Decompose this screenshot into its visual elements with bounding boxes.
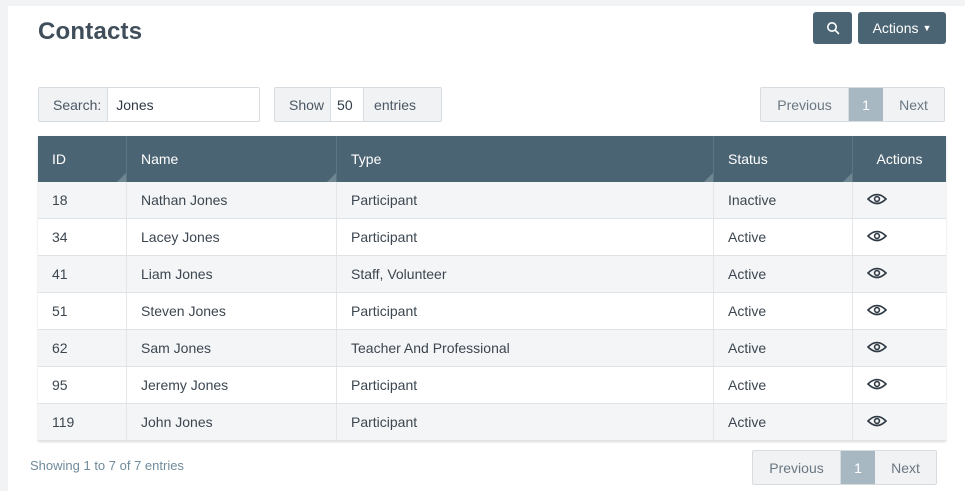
next-page-button[interactable]: Next	[883, 88, 944, 121]
search-label: Search:	[53, 96, 102, 113]
page-1-button[interactable]: 1	[849, 88, 883, 121]
cell-actions	[852, 255, 946, 293]
next-page-button[interactable]: Next	[875, 451, 936, 484]
pagination-bottom: Previous 1 Next	[752, 450, 937, 485]
cell-status: Active	[713, 366, 853, 404]
column-header-name[interactable]: Name	[126, 136, 337, 182]
cell-type: Participant	[336, 366, 714, 404]
eye-icon[interactable]	[867, 341, 887, 353]
cell-id: 51	[38, 292, 127, 330]
cell-name: Steven Jones	[126, 292, 337, 330]
cell-id: 95	[38, 366, 127, 404]
table-info: Showing 1 to 7 of 7 entries	[30, 458, 184, 473]
cell-status: Active	[713, 255, 853, 293]
column-header-status[interactable]: Status	[713, 136, 853, 182]
table-header-row: ID Name Type Status Actions	[38, 136, 946, 182]
cell-actions	[852, 403, 946, 441]
table-row: 41 Liam Jones Staff, Volunteer Active	[38, 255, 946, 293]
eye-icon[interactable]	[867, 304, 887, 316]
table-row: 34 Lacey Jones Participant Active	[38, 218, 946, 256]
eye-icon[interactable]	[867, 193, 887, 205]
cell-status: Active	[713, 329, 853, 367]
cell-status: Active	[713, 292, 853, 330]
search-filter: Search: Jones	[38, 87, 260, 122]
page-1-button[interactable]: 1	[841, 451, 875, 484]
page-length-control: Show 50 entries	[274, 87, 442, 122]
eye-icon[interactable]	[867, 378, 887, 390]
table-row: 95 Jeremy Jones Participant Active	[38, 366, 946, 404]
cell-status: Inactive	[713, 182, 853, 219]
cell-id: 119	[38, 403, 127, 441]
eye-icon[interactable]	[867, 415, 887, 427]
eye-icon[interactable]	[867, 230, 887, 242]
cell-actions	[852, 292, 946, 330]
contacts-table: ID Name Type Status Actions 18 Nathan Jo…	[38, 136, 946, 441]
sort-indicator-icon	[327, 173, 336, 182]
eye-icon[interactable]	[867, 267, 887, 279]
cell-id: 62	[38, 329, 127, 367]
cell-type: Participant	[336, 403, 714, 441]
table-row: 51 Steven Jones Participant Active	[38, 292, 946, 330]
sort-indicator-icon	[117, 173, 126, 182]
previous-page-button[interactable]: Previous	[761, 88, 849, 121]
cell-name: Liam Jones	[126, 255, 337, 293]
cell-name: Nathan Jones	[126, 182, 337, 219]
search-icon	[826, 22, 839, 35]
cell-status: Active	[713, 218, 853, 256]
page-title: Contacts	[38, 18, 143, 45]
cell-type: Staff, Volunteer	[336, 255, 714, 293]
sort-indicator-icon	[704, 173, 713, 182]
column-header-type[interactable]: Type	[336, 136, 714, 182]
pagination-top: Previous 1 Next	[760, 87, 945, 122]
column-header-id[interactable]: ID	[38, 136, 127, 182]
cell-actions	[852, 329, 946, 367]
table-row: 62 Sam Jones Teacher And Professional Ac…	[38, 329, 946, 367]
cell-name: Lacey Jones	[126, 218, 337, 256]
cell-name: Sam Jones	[126, 329, 337, 367]
cell-actions	[852, 218, 946, 256]
table-row: 18 Nathan Jones Participant Inactive	[38, 182, 946, 219]
cell-type: Participant	[336, 182, 714, 219]
search-button[interactable]	[813, 12, 852, 44]
actions-button-label: Actions	[872, 20, 919, 36]
cell-id: 18	[38, 182, 127, 219]
contacts-panel: Contacts Actions ▼ Search: Jones Show 50…	[8, 6, 965, 491]
page-length-select[interactable]: 50	[330, 88, 365, 121]
cell-status: Active	[713, 403, 853, 441]
caret-down-icon: ▼	[922, 23, 932, 33]
sort-indicator-icon	[843, 173, 852, 182]
cell-id: 34	[38, 218, 127, 256]
cell-actions	[852, 366, 946, 404]
cell-name: Jeremy Jones	[126, 366, 337, 404]
actions-dropdown-button[interactable]: Actions ▼	[858, 12, 946, 44]
cell-type: Participant	[336, 292, 714, 330]
cell-type: Teacher And Professional	[336, 329, 714, 367]
cell-type: Participant	[336, 218, 714, 256]
entries-label: entries	[374, 96, 417, 113]
column-header-actions: Actions	[852, 136, 946, 182]
search-input[interactable]: Jones	[107, 88, 259, 121]
show-label: Show	[289, 96, 325, 113]
cell-id: 41	[38, 255, 127, 293]
table-row: 119 John Jones Participant Active	[38, 403, 946, 441]
previous-page-button[interactable]: Previous	[753, 451, 841, 484]
cell-actions	[852, 182, 946, 219]
cell-name: John Jones	[126, 403, 337, 441]
